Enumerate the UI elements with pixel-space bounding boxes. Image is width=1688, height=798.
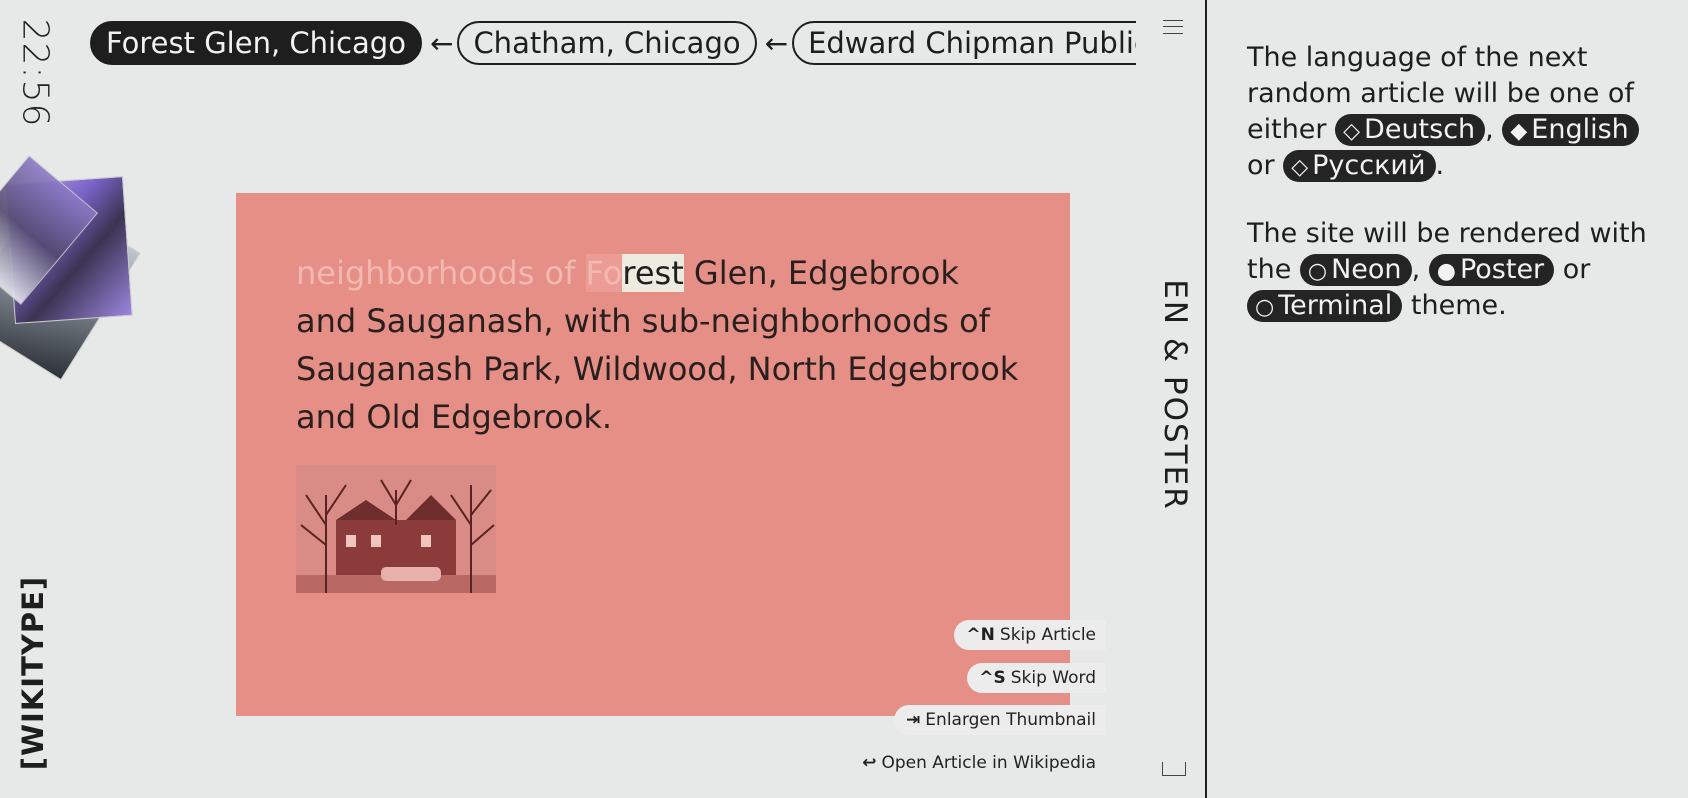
current-word: rest [622,254,684,292]
breadcrumb-item[interactable]: Chatham, Chicago [457,21,757,65]
clock-time: 22:56 [14,18,56,128]
language-setting: The language of the next random article … [1247,40,1647,184]
circle-outline-icon: ○ [1307,259,1328,284]
language-option-deutsch[interactable]: ◇ Deutsch [1335,114,1486,146]
article-card: neighborhoods of Forest Glen, Edgebrook … [236,193,1070,716]
theme-label: Neon [1331,254,1402,285]
breadcrumb-item[interactable]: Edward Chipman Public Library [792,21,1136,65]
app-logo: [WIKITYPE] [16,568,50,778]
separator: . [1435,150,1445,181]
theme-label: Poster [1459,254,1545,285]
logo-text: [WIKITYPE] [16,575,50,771]
typed-partial-word: Fo [585,254,623,292]
language-label: Русский [1312,150,1426,181]
language-option-english[interactable]: ◆ English [1502,114,1639,146]
open-in-wikipedia-button[interactable]: ↩ Open Article in Wikipedia [850,748,1106,778]
theme-label-text: EN & POSTER [1157,279,1193,511]
language-option-russian[interactable]: ◇ Русский [1283,150,1436,182]
clock: 22:56 [15,18,56,128]
language-theme-indicator: EN & POSTER [1150,270,1200,520]
diamond-filled-icon: ◆ [1510,119,1528,144]
language-label: English [1531,114,1629,145]
circle-outline-icon: ○ [1255,295,1275,320]
separator: or [1247,150,1275,181]
theme-option-terminal[interactable]: ○ Terminal [1247,290,1403,322]
circle-filled-icon: ● [1436,259,1456,284]
shortcut-label: Enlargen Thumbnail [925,710,1096,730]
breadcrumb-current[interactable]: Forest Glen, Chicago [90,21,422,65]
skip-article-button[interactable]: ^N Skip Article [954,620,1106,650]
thumbnail-image [296,465,496,593]
expand-icon[interactable] [1162,762,1186,776]
shortcut-key: ^S [979,668,1006,688]
article-image-collage [0,155,160,420]
return-key-icon: ↩ [862,753,877,773]
shortcut-label: Open Article in Wikipedia [881,753,1096,773]
settings-panel: The language of the next random article … [1205,0,1688,798]
shortcut-label: Skip Article [999,625,1096,645]
arrow-left-icon: ← [764,26,789,60]
tab-key-icon: ⇥ [906,710,921,730]
skip-word-button[interactable]: ^S Skip Word [967,663,1106,693]
typing-text[interactable]: neighborhoods of Forest Glen, Edgebrook … [296,249,1026,441]
theme-option-neon[interactable]: ○ Neon [1299,254,1412,286]
theme-option-poster[interactable]: ● Poster [1428,254,1555,286]
theme-setting: The site will be rendered with the ○ Neon… [1247,216,1647,324]
shortcut-key: ^N [966,625,995,645]
diamond-outline-icon: ◇ [1291,155,1309,180]
shortcut-label: Skip Word [1010,668,1096,688]
theme-label: Terminal [1278,290,1393,321]
breadcrumb: Forest Glen, Chicago ← Chatham, Chicago … [90,20,1136,66]
menu-icon[interactable] [1163,20,1183,34]
enlargen-thumbnail-button[interactable]: ⇥ Enlargen Thumbnail [894,705,1106,735]
theme-outro: theme. [1410,290,1507,321]
separator: or [1562,254,1591,285]
article-thumbnail[interactable] [296,465,496,593]
arrow-left-icon: ← [429,26,454,60]
separator: , [1485,114,1494,145]
language-label: Deutsch [1364,114,1476,145]
typed-text: neighborhoods of [296,254,586,292]
separator: , [1411,254,1421,285]
diamond-outline-icon: ◇ [1343,119,1361,144]
